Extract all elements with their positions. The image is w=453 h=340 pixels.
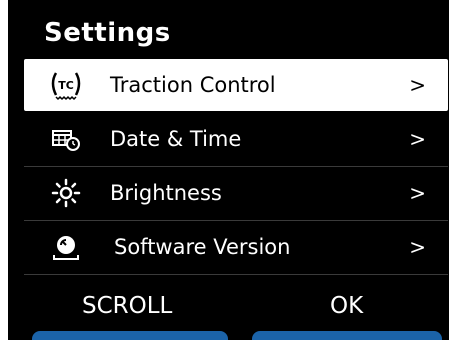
scroll-softkey-button[interactable] bbox=[32, 331, 228, 340]
page-title: Settings bbox=[44, 18, 171, 48]
brightness-icon bbox=[48, 177, 84, 209]
menu-item-label: Brightness bbox=[110, 181, 222, 205]
menu-item-label: Traction Control bbox=[110, 73, 276, 97]
device-screen: Settings TC Traction Control > Date & Ti… bbox=[8, 0, 449, 340]
software-version-icon bbox=[48, 231, 84, 263]
chevron-right-icon: > bbox=[409, 181, 426, 205]
menu-item-traction-control[interactable]: TC Traction Control > bbox=[24, 59, 448, 111]
menu-item-date-time[interactable]: Date & Time > bbox=[24, 113, 448, 165]
menu-item-label: Date & Time bbox=[110, 127, 242, 151]
svg-text:TC: TC bbox=[58, 79, 74, 92]
divider bbox=[24, 274, 448, 275]
ok-softkey-label[interactable]: OK bbox=[330, 293, 363, 319]
scroll-softkey-label[interactable]: SCROLL bbox=[82, 293, 172, 319]
menu-item-software-version[interactable]: Software Version > bbox=[24, 221, 448, 273]
traction-control-icon: TC bbox=[48, 69, 84, 101]
chevron-right-icon: > bbox=[409, 73, 426, 97]
menu-item-label: Software Version bbox=[114, 235, 291, 259]
chevron-right-icon: > bbox=[409, 127, 426, 151]
chevron-right-icon: > bbox=[409, 235, 426, 259]
calendar-clock-icon bbox=[48, 123, 84, 155]
ok-softkey-button[interactable] bbox=[252, 331, 442, 340]
menu-item-brightness[interactable]: Brightness > bbox=[24, 167, 448, 219]
